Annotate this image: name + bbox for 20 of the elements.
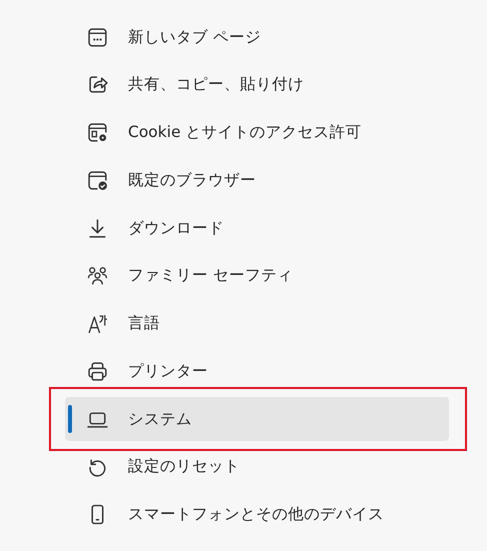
sidebar-item[interactable]: 既定のブラウザー xyxy=(65,158,449,202)
download-icon xyxy=(87,218,108,238)
sidebar-item[interactable]: ダウンロード xyxy=(65,206,449,250)
window-check-icon xyxy=(87,170,108,191)
sidebar-item[interactable]: Cookie とサイトのアクセス許可 xyxy=(65,110,449,154)
printer-icon xyxy=(87,360,108,382)
sidebar-item[interactable]: システム xyxy=(65,397,449,441)
language-icon xyxy=(87,313,108,334)
sidebar-item[interactable]: 新しいタブ ページ xyxy=(65,15,449,59)
tab-page-icon xyxy=(87,26,108,48)
sidebar-item[interactable]: 設定のリセット xyxy=(65,444,449,489)
share-icon xyxy=(87,74,108,96)
sidebar-item[interactable]: 言語 xyxy=(65,302,449,346)
sidebar-item[interactable]: プリンター xyxy=(65,349,449,394)
sidebar-item[interactable]: ファミリー セーフティ xyxy=(65,254,449,298)
window-gear-icon xyxy=(87,122,108,143)
people-icon xyxy=(87,265,108,286)
sidebar-item[interactable]: 共有、コピー、貼り付け xyxy=(65,62,449,107)
sidebar-item[interactable]: スマートフォンとその他のデバイス xyxy=(65,492,449,536)
selection-indicator xyxy=(68,405,72,433)
